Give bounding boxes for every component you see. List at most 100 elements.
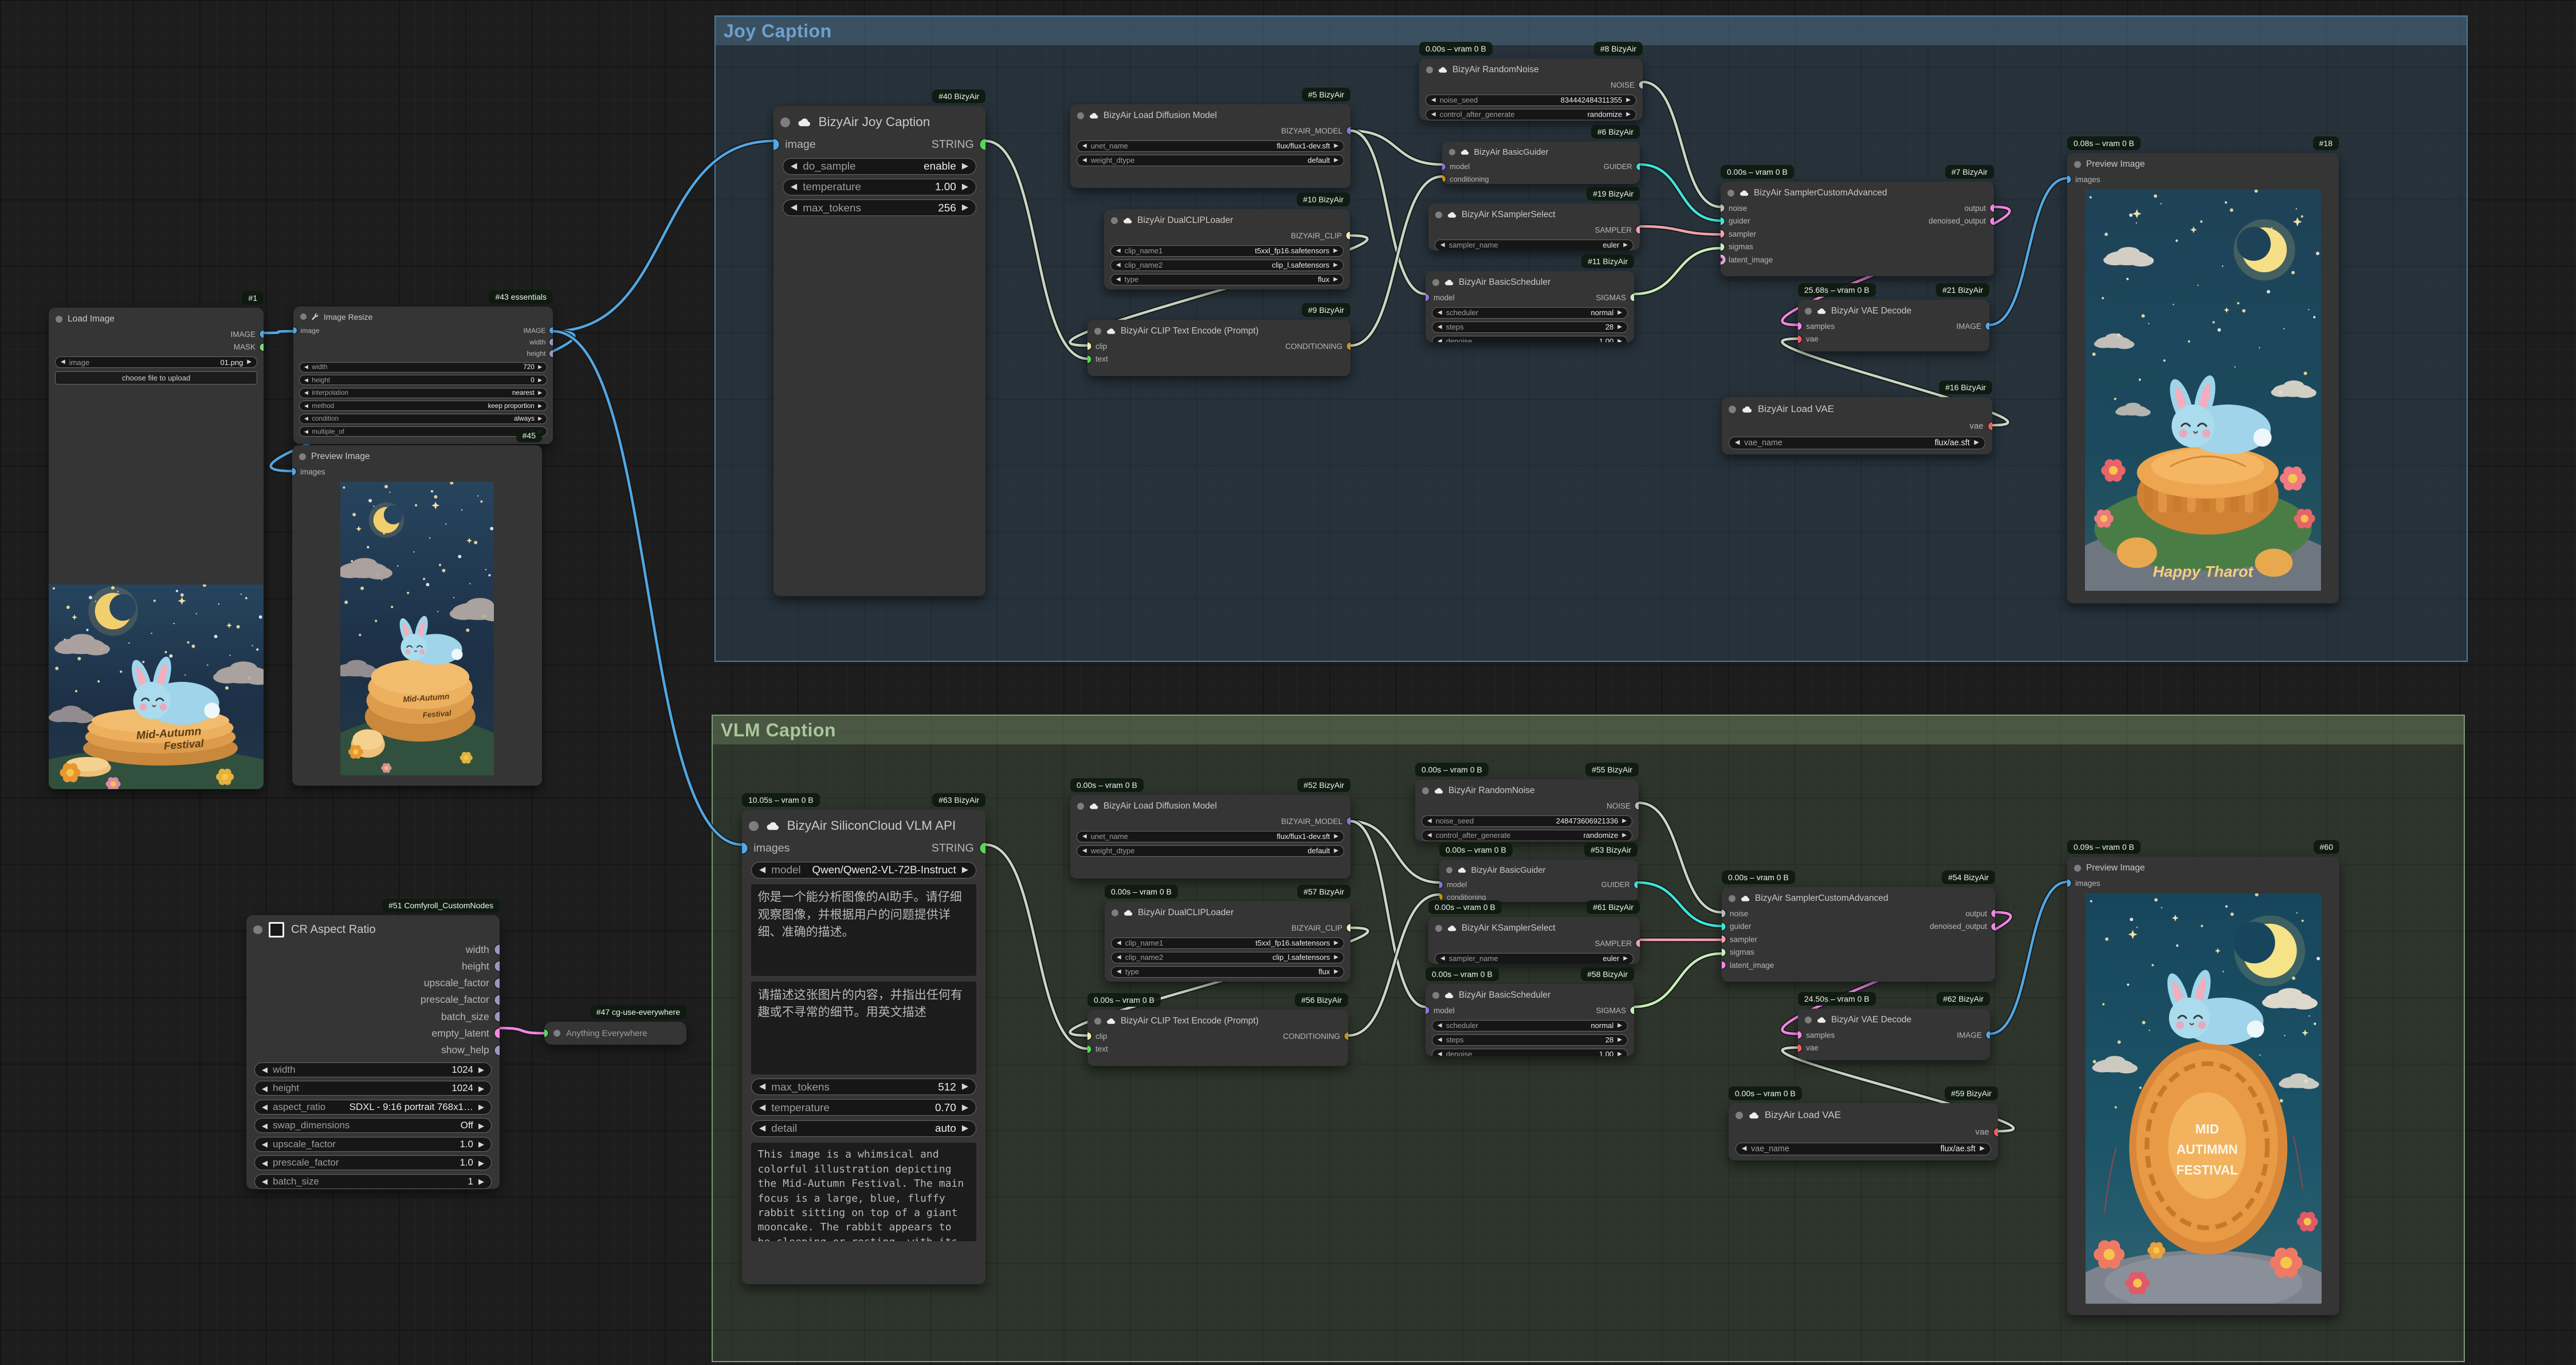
increment-arrow-icon[interactable]: ▶ [962, 1104, 968, 1112]
decrement-arrow-icon[interactable]: ◀ [262, 1178, 268, 1185]
output-port-batch-size[interactable] [494, 1011, 500, 1022]
input-port-sigmas[interactable] [1722, 948, 1726, 956]
decrement-arrow-icon[interactable]: ◀ [1438, 324, 1442, 330]
increment-arrow-icon[interactable]: ▶ [1617, 324, 1622, 330]
widget-max-tokens[interactable]: ◀ max_tokens 512 ▶ [751, 1078, 977, 1096]
output-port-vae[interactable] [1993, 1128, 1998, 1137]
collapse-dot[interactable] [780, 117, 791, 127]
increment-arrow-icon[interactable]: ▶ [1334, 968, 1338, 975]
wire-sampler19-to-sampler7[interactable] [1638, 225, 1722, 236]
widget-clip-name2[interactable]: ◀ clip_name2 clip_l.safetensors ▶ [1111, 951, 1344, 963]
node-header[interactable]: BizyAir RandomNoise [1415, 779, 1639, 799]
decrement-arrow-icon[interactable]: ◀ [262, 1122, 268, 1129]
output-port-empty-latent[interactable] [494, 1028, 500, 1038]
widget-noise-seed[interactable]: ◀ noise_seed 248473606921336 ▶ [1421, 815, 1632, 827]
node-header[interactable]: Preview Image [2067, 857, 2339, 877]
collapse-dot[interactable] [2074, 160, 2081, 168]
node-header[interactable]: BizyAir SiliconCloud VLM API [742, 810, 985, 839]
output-port-conditioning[interactable] [1346, 342, 1350, 350]
collapse-dot[interactable] [1727, 189, 1734, 197]
widget-batch-size[interactable]: ◀ batch_size 1 ▶ [254, 1174, 492, 1189]
node-graph-canvas[interactable]: Joy Caption VLM Caption #1 Load Image IM… [0, 0, 2576, 1365]
widget-clip-name1[interactable]: ◀ clip_name1 t5xxl_fp16.safetensors ▶ [1111, 937, 1344, 949]
collapse-dot[interactable] [553, 1030, 560, 1037]
widget-height[interactable]: ◀ height 1024 ▶ [254, 1081, 492, 1096]
output-port-bizyair-clip[interactable] [1346, 924, 1350, 932]
increment-arrow-icon[interactable]: ▶ [1623, 242, 1628, 248]
node-bizyair-ksamplerselect-61[interactable]: 0.00s – vram 0 B #61 BizyAir BizyAir KSam… [1428, 900, 1640, 964]
widget-steps[interactable]: ◀ steps 28 ▶ [1432, 321, 1628, 333]
increment-arrow-icon[interactable]: ▶ [1334, 157, 1338, 163]
node-bizyair-dualcliploader-57[interactable]: 0.00s – vram 0 B #57 BizyAir BizyAir Dual… [1105, 885, 1350, 982]
output-port-denoised-output[interactable] [1990, 217, 1994, 225]
node-header[interactable]: BizyAir Load VAE [1729, 1103, 1998, 1125]
collapse-dot[interactable] [1435, 211, 1442, 218]
collapse-dot[interactable] [253, 925, 262, 935]
node-header[interactable]: BizyAir KSamplerSelect [1428, 917, 1640, 937]
collapse-dot[interactable] [1432, 991, 1439, 999]
increment-arrow-icon[interactable]: ▶ [1626, 97, 1631, 103]
collapse-dot[interactable] [1111, 217, 1118, 224]
widget-control-after-generate[interactable]: ◀ control_after_generate randomize ▶ [1426, 108, 1636, 120]
decrement-arrow-icon[interactable]: ◀ [304, 364, 308, 370]
input-port-images[interactable] [2067, 175, 2071, 183]
node-header[interactable]: BizyAir KSamplerSelect [1428, 203, 1640, 223]
input-port-latent-image[interactable] [1722, 961, 1726, 969]
input-port-images[interactable] [742, 842, 748, 854]
wire-image62-to-preview60[interactable] [1988, 880, 2069, 1035]
increment-arrow-icon[interactable]: ▶ [1334, 940, 1338, 946]
widget-denoise[interactable]: ◀ denoise 1.00 ▶ [1432, 335, 1628, 342]
output-port-noise[interactable] [1635, 802, 1639, 810]
increment-arrow-icon[interactable]: ▶ [478, 1066, 484, 1073]
output-port-noise[interactable] [1639, 81, 1643, 89]
collapse-dot[interactable] [749, 821, 759, 831]
upload-button[interactable]: choose file to upload [55, 371, 257, 385]
node-bizyair-vae-decode-62[interactable]: 24.50s – vram 0 B #62 BizyAir BizyAir VAE… [1798, 992, 1990, 1060]
wire-guider6-to-sampler7[interactable] [1638, 163, 1722, 222]
collapse-dot[interactable] [1432, 279, 1439, 286]
widget-weight-dtype[interactable]: ◀ weight_dtype default ▶ [1077, 154, 1344, 166]
increment-arrow-icon[interactable]: ▶ [1333, 276, 1338, 283]
input-port-noise[interactable] [1722, 909, 1726, 917]
widget-method[interactable]: ◀ method keep proportion ▶ [299, 401, 548, 411]
node-image-resize-43[interactable]: #43 essentials Image Resize image IMAGE wi… [293, 290, 553, 444]
widget-scheduler[interactable]: ◀ scheduler normal ▶ [1432, 307, 1628, 319]
output-port-guider[interactable] [1636, 163, 1640, 171]
widget-vae-name[interactable]: ◀ vae_name flux/ae.sft ▶ [1735, 1142, 1991, 1155]
output-port-sigmas[interactable] [1630, 293, 1634, 301]
decrement-arrow-icon[interactable]: ◀ [1116, 276, 1121, 283]
output-port-string[interactable] [980, 139, 985, 150]
decrement-arrow-icon[interactable]: ◀ [1440, 242, 1445, 248]
input-port-sampler[interactable] [1721, 230, 1725, 238]
node-header[interactable]: CR Aspect Ratio [246, 915, 500, 941]
decrement-arrow-icon[interactable]: ◀ [1117, 954, 1121, 960]
increment-arrow-icon[interactable]: ▶ [1617, 1037, 1622, 1043]
increment-arrow-icon[interactable]: ▶ [1623, 955, 1628, 962]
decrement-arrow-icon[interactable]: ◀ [1438, 338, 1442, 342]
decrement-arrow-icon[interactable]: ◀ [759, 866, 765, 874]
collapse-dot[interactable] [1449, 148, 1456, 156]
input-port-vae[interactable] [1798, 1044, 1802, 1052]
node-bizyair-randomnoise-55[interactable]: 0.00s – vram 0 B #55 BizyAir BizyAir Rand… [1415, 763, 1639, 841]
increment-arrow-icon[interactable]: ▶ [962, 866, 968, 874]
node-preview-image-45[interactable]: #45 Preview Image images Mid-Autumn Fest… [292, 429, 542, 786]
increment-arrow-icon[interactable]: ▶ [1626, 111, 1631, 117]
collapse-dot[interactable] [1446, 866, 1453, 874]
output-port-image[interactable] [1986, 1031, 1990, 1039]
widget-temperature[interactable]: ◀ temperature 0.70 ▶ [751, 1099, 977, 1116]
widget-swap-dimensions[interactable]: ◀ swap_dimensions Off ▶ [254, 1118, 492, 1133]
decrement-arrow-icon[interactable]: ◀ [1431, 111, 1436, 117]
decrement-arrow-icon[interactable]: ◀ [262, 1085, 268, 1092]
increment-arrow-icon[interactable]: ▶ [1974, 440, 1979, 446]
node-bizyair-dualcliploader-10[interactable]: #10 BizyAir BizyAir DualCLIPLoader BIZYA… [1104, 193, 1350, 289]
input-port-noise[interactable] [1721, 204, 1725, 212]
decrement-arrow-icon[interactable]: ◀ [304, 377, 308, 383]
input-port-images[interactable] [2067, 879, 2071, 887]
input-port-image[interactable] [773, 139, 779, 150]
output-port-mask[interactable] [260, 343, 264, 351]
text-area[interactable]: This image is a whimsical and colorful i… [751, 1142, 977, 1241]
node-header[interactable]: Image Resize [293, 307, 553, 324]
increment-arrow-icon[interactable]: ▶ [962, 1124, 968, 1133]
node-bizyair-vae-decode-21[interactable]: 25.68s – vram 0 B #21 BizyAir BizyAir VAE… [1798, 283, 1989, 351]
node-header[interactable]: BizyAir Load VAE [1722, 397, 1992, 419]
